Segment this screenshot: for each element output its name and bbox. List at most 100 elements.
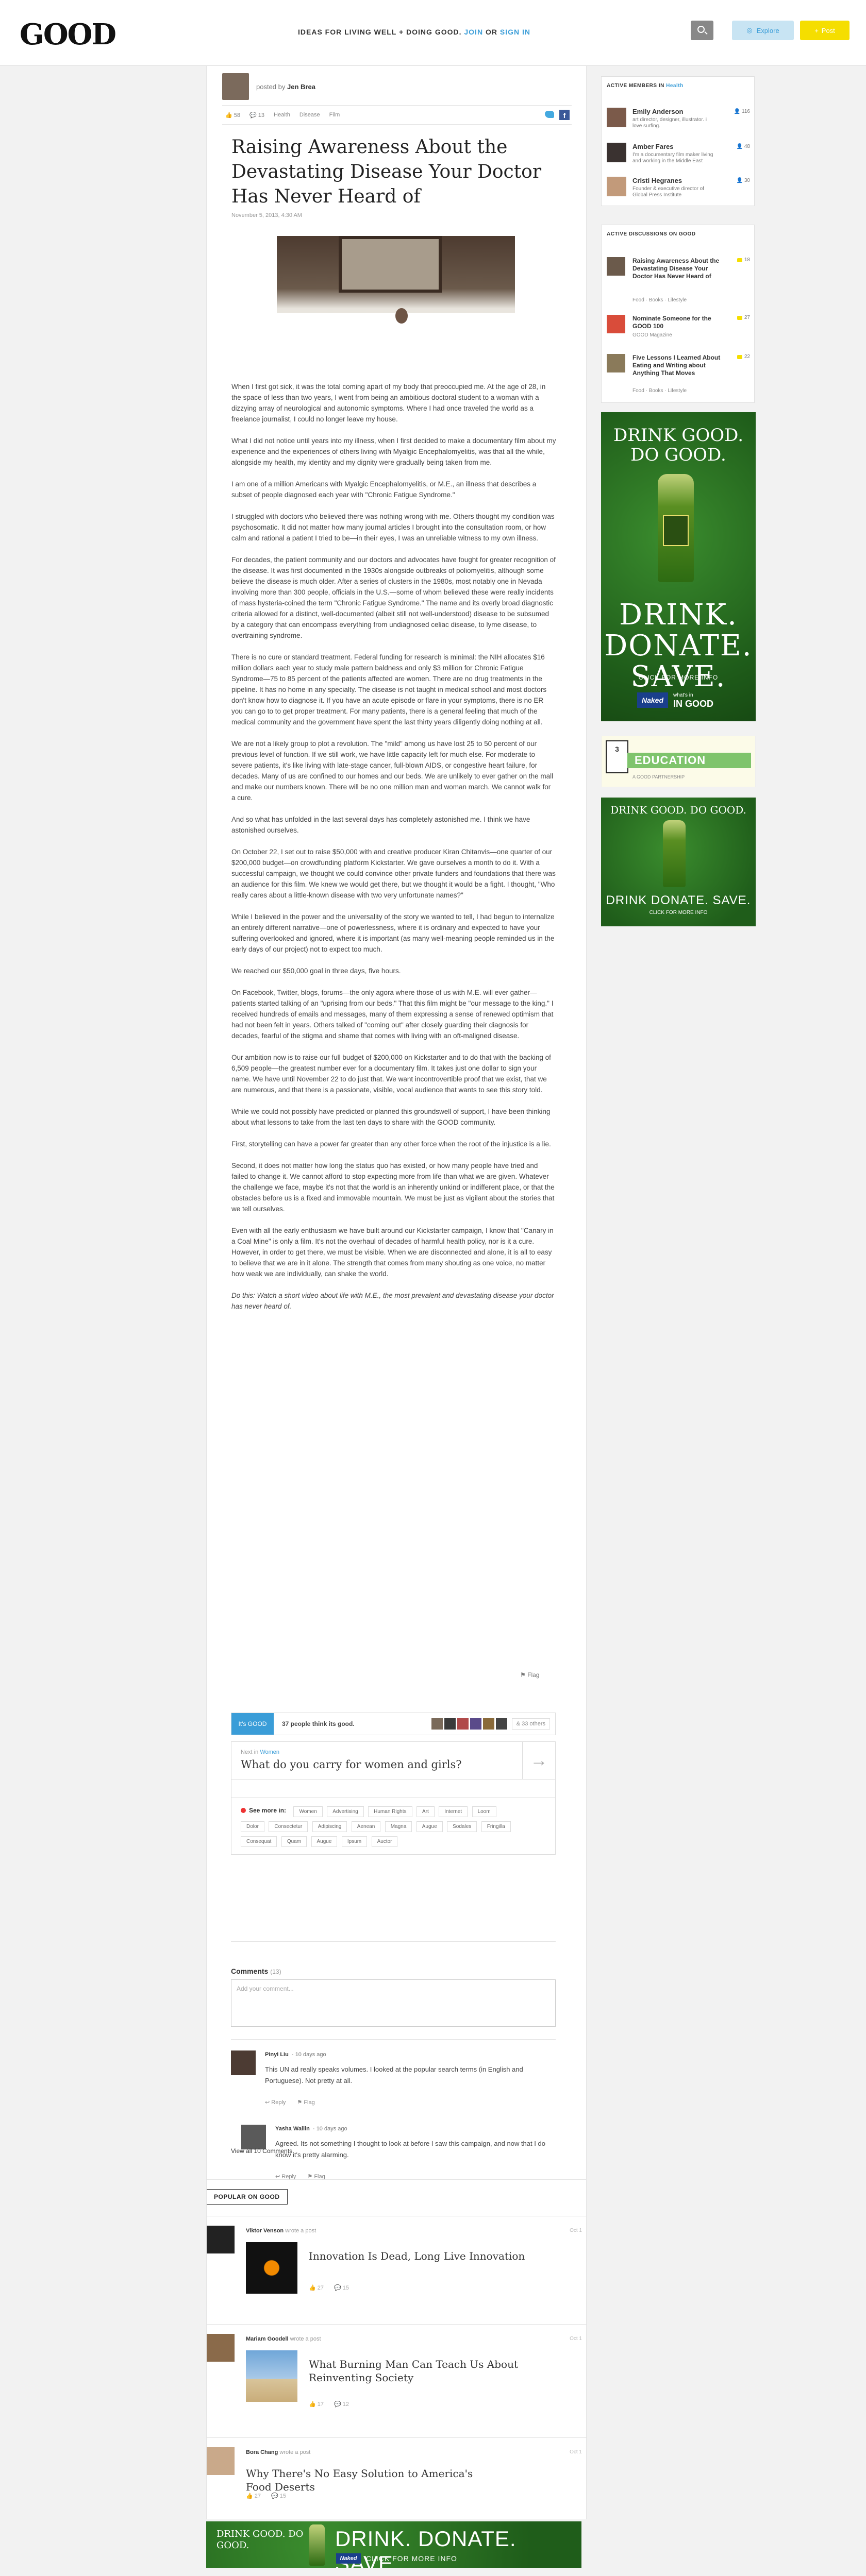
- commenter-name[interactable]: Yasha Wallin: [275, 2126, 310, 2132]
- reply-button[interactable]: ↩ Reply: [265, 2099, 286, 2106]
- member-item[interactable]: Amber Fares I'm a documentary film maker…: [607, 143, 750, 170]
- education-ad[interactable]: 3 EDUCATION A GOOD PARTNERSHIP: [601, 736, 756, 787]
- view-all-comments-link[interactable]: View all 10 Comments: [231, 2147, 292, 2155]
- flag-button[interactable]: ⚑ Flag: [297, 2099, 314, 2106]
- member-item[interactable]: Cristi Hegranes Founder & executive dire…: [607, 177, 750, 204]
- liker-avatar[interactable]: [444, 1718, 456, 1730]
- active-members-topic[interactable]: Health: [666, 83, 684, 89]
- member-avatar[interactable]: [607, 177, 626, 196]
- tag[interactable]: Augue: [311, 1836, 338, 1847]
- tag[interactable]: Aenean: [351, 1821, 381, 1832]
- tag[interactable]: Advertising: [327, 1806, 364, 1817]
- next-in-category[interactable]: Next in Women What do you carry for wome…: [231, 1741, 556, 1798]
- popular-action: wrote a post: [290, 2336, 321, 2342]
- discussion-title[interactable]: Raising Awareness About the Devastating …: [632, 257, 725, 280]
- author-avatar[interactable]: [207, 2334, 235, 2362]
- tag[interactable]: Loom: [472, 1806, 496, 1817]
- discussion-thumbnail[interactable]: [607, 257, 625, 276]
- tag[interactable]: Dolor: [241, 1821, 264, 1832]
- tag[interactable]: Adipiscing: [312, 1821, 347, 1832]
- discussion-item[interactable]: Nominate Someone for the GOOD 100 GOOD M…: [607, 315, 750, 351]
- member-name[interactable]: Amber Fares: [632, 143, 673, 150]
- popular-thumbnail[interactable]: [246, 2242, 297, 2294]
- discussion-thumbnail[interactable]: [607, 354, 625, 372]
- next-category[interactable]: Women: [260, 1749, 279, 1755]
- tag[interactable]: Women: [293, 1806, 323, 1817]
- liker-avatar[interactable]: [457, 1718, 469, 1730]
- naked-juice-ad-small[interactable]: DRINK GOOD. DO GOOD. DRINK DONATE. SAVE.…: [601, 798, 756, 926]
- post-button[interactable]: + Post: [800, 21, 850, 40]
- member-count-value: 48: [744, 144, 750, 149]
- tag[interactable]: Quam: [281, 1836, 307, 1847]
- discussion-category: GOOD Magazine: [632, 332, 672, 338]
- others-count[interactable]: & 33 others: [511, 1718, 550, 1730]
- liker-avatar[interactable]: [483, 1718, 494, 1730]
- join-link[interactable]: JOIN: [464, 28, 483, 36]
- naked-logo: Naked: [637, 692, 668, 708]
- popular-item[interactable]: Viktor Venson wrote a post Oct 1 Innovat…: [207, 2216, 587, 2314]
- discussion-title[interactable]: Five Lessons I Learned About Eating and …: [632, 354, 725, 377]
- tag[interactable]: Auctor: [371, 1836, 398, 1847]
- liker-avatar[interactable]: [431, 1718, 443, 1730]
- its-good-button[interactable]: It's GOOD: [231, 1713, 274, 1735]
- next-title[interactable]: What do you carry for women and girls?: [241, 1758, 462, 1771]
- popular-title[interactable]: Why There's No Easy Solution to America'…: [246, 2467, 493, 2494]
- commenter-name[interactable]: Pinyi Liu: [265, 2052, 289, 2058]
- discussion-item[interactable]: Five Lessons I Learned About Eating and …: [607, 354, 750, 400]
- ingood-logo: what's in IN GOOD: [673, 692, 713, 709]
- comment-icon: [737, 315, 742, 320]
- member-item[interactable]: Emily Anderson art director, designer, i…: [607, 108, 750, 134]
- sign-in-link[interactable]: SIGN IN: [500, 28, 530, 36]
- popular-author[interactable]: Viktor Venson: [246, 2228, 284, 2234]
- search-button[interactable]: [691, 21, 713, 40]
- discussion-thumbnail[interactable]: [607, 315, 625, 333]
- popular-item[interactable]: Mariam Goodell wrote a post Oct 1 What B…: [207, 2324, 587, 2427]
- arrow-right-icon[interactable]: →: [522, 1742, 555, 1779]
- tag[interactable]: Fringilla: [481, 1821, 511, 1832]
- explore-label: Explore: [756, 26, 779, 35]
- tag[interactable]: Consectetur: [269, 1821, 308, 1832]
- good-logo[interactable]: GOOD: [20, 18, 116, 52]
- popular-author[interactable]: Mariam Goodell: [246, 2336, 289, 2342]
- tag[interactable]: Art: [416, 1806, 435, 1817]
- member-name[interactable]: Cristi Hegranes: [632, 177, 682, 184]
- member-count: 👤 30: [736, 178, 750, 183]
- commenter-avatar[interactable]: [231, 2050, 256, 2075]
- active-discussions-panel: ACTIVE DISCUSSIONS ON GOOD Raising Aware…: [601, 225, 755, 403]
- member-avatar[interactable]: [607, 143, 626, 162]
- comment-input[interactable]: Add your comment...: [231, 1979, 556, 2027]
- discussion-title[interactable]: Nominate Someone for the GOOD 100: [632, 315, 725, 330]
- tag[interactable]: Magna: [385, 1821, 412, 1832]
- popular-title[interactable]: What Burning Man Can Teach Us About Rein…: [309, 2358, 556, 2384]
- naked-juice-ad[interactable]: DRINK GOOD. DO GOOD. DRINK. DONATE. SAVE…: [601, 412, 756, 721]
- juice-bottle-image: [663, 820, 686, 887]
- tag[interactable]: Internet: [439, 1806, 468, 1817]
- explore-button[interactable]: ◎ Explore: [732, 21, 794, 40]
- liker-avatar[interactable]: [470, 1718, 481, 1730]
- comment-actions: ↩ Reply ⚑ Flag: [265, 2099, 315, 2106]
- tag[interactable]: Augue: [416, 1821, 443, 1832]
- popular-likes: 27: [317, 2285, 324, 2291]
- popular-title[interactable]: Innovation Is Dead, Long Live Innovation: [309, 2249, 556, 2263]
- comment-meta: Yasha Wallin · 10 days ago: [275, 2126, 347, 2132]
- popular-item[interactable]: Bora Chang wrote a post Oct 1 Why There'…: [207, 2437, 587, 2515]
- tag[interactable]: Consequat: [241, 1836, 277, 1847]
- author-avatar[interactable]: [207, 2226, 235, 2253]
- popular-comments: 12: [342, 2401, 349, 2408]
- popular-thumbnail[interactable]: [246, 2350, 297, 2402]
- tag[interactable]: Sodales: [447, 1821, 477, 1832]
- naked-juice-leaderboard-ad[interactable]: DRINK GOOD. DO GOOD. DRINK. DONATE. SAVE…: [206, 2521, 581, 2568]
- discussion-item[interactable]: Raising Awareness About the Devastating …: [607, 257, 750, 309]
- commenter-avatar[interactable]: [241, 2125, 266, 2149]
- member-avatar[interactable]: [607, 108, 626, 127]
- ad-headline: DRINK GOOD. DO GOOD.: [610, 804, 746, 816]
- popular-action: wrote a post: [285, 2228, 317, 2234]
- liker-avatar[interactable]: [496, 1718, 507, 1730]
- popular-author[interactable]: Bora Chang: [246, 2449, 278, 2455]
- author-avatar[interactable]: [207, 2447, 235, 2475]
- member-name[interactable]: Emily Anderson: [632, 108, 683, 115]
- ad-headline: DRINK GOOD. DO GOOD.: [216, 2529, 304, 2551]
- tag[interactable]: Human Rights: [368, 1806, 412, 1817]
- next-prefix: Next in: [241, 1749, 259, 1755]
- tag[interactable]: Ipsum: [341, 1836, 368, 1847]
